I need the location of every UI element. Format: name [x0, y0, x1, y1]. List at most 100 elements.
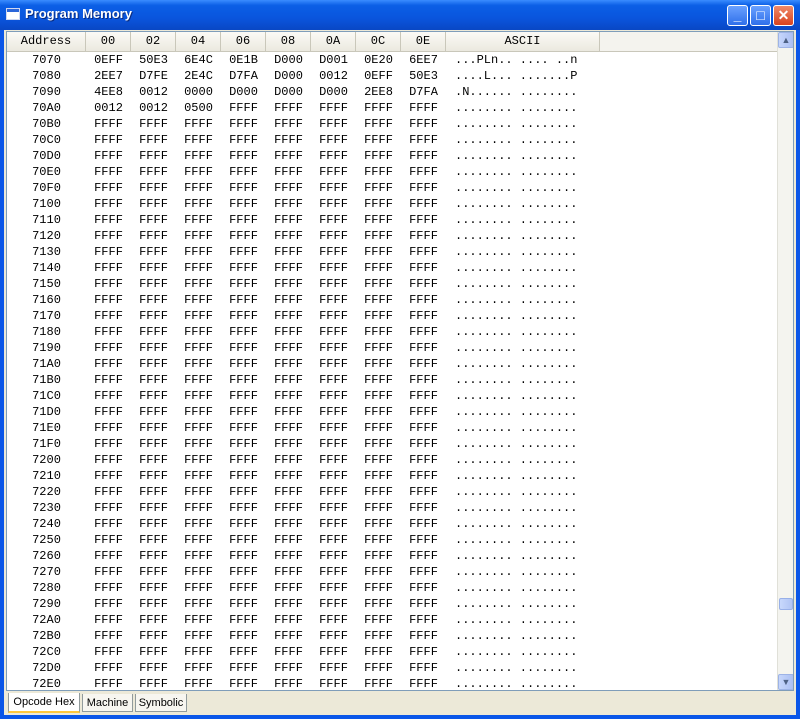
hex-cell[interactable]: FFFF: [311, 308, 356, 324]
hex-cell[interactable]: FFFF: [311, 356, 356, 372]
hex-cell[interactable]: FFFF: [266, 356, 311, 372]
ascii-cell[interactable]: .N...... ........: [455, 84, 605, 100]
hex-cell[interactable]: FFFF: [221, 228, 266, 244]
hex-cell[interactable]: FFFF: [221, 356, 266, 372]
hex-cell[interactable]: FFFF: [401, 180, 446, 196]
hex-cell[interactable]: FFFF: [131, 564, 176, 580]
hex-cell[interactable]: FFFF: [266, 164, 311, 180]
hex-cell[interactable]: FFFF: [311, 372, 356, 388]
hex-cell[interactable]: FFFF: [221, 660, 266, 676]
column-header-06[interactable]: 06: [221, 32, 266, 51]
address-cell[interactable]: 7180: [7, 324, 86, 340]
hex-cell[interactable]: FFFF: [221, 148, 266, 164]
hex-cell[interactable]: FFFF: [131, 308, 176, 324]
memory-row[interactable]: 7140 FFFF FFFF FFFF FFFF FFFF FFFF FFFF FFFF....…: [7, 260, 777, 276]
address-cell[interactable]: 7140: [7, 260, 86, 276]
hex-cell[interactable]: FFFF: [221, 196, 266, 212]
hex-cell[interactable]: FFFF: [401, 628, 446, 644]
hex-cell[interactable]: FFFF: [311, 532, 356, 548]
ascii-cell[interactable]: ........ ........: [455, 548, 605, 564]
hex-cell[interactable]: FFFF: [401, 260, 446, 276]
address-cell[interactable]: 7150: [7, 276, 86, 292]
hex-cell[interactable]: FFFF: [176, 292, 221, 308]
hex-cell[interactable]: FFFF: [176, 468, 221, 484]
hex-cell[interactable]: FFFF: [266, 676, 311, 690]
hex-cell[interactable]: FFFF: [176, 404, 221, 420]
hex-cell[interactable]: FFFF: [266, 148, 311, 164]
hex-cell[interactable]: FFFF: [221, 292, 266, 308]
hex-cell[interactable]: FFFF: [86, 356, 131, 372]
hex-cell[interactable]: FFFF: [266, 100, 311, 116]
address-cell[interactable]: 7250: [7, 532, 86, 548]
address-cell[interactable]: 7200: [7, 452, 86, 468]
hex-cell[interactable]: FFFF: [311, 420, 356, 436]
hex-cell[interactable]: FFFF: [86, 484, 131, 500]
memory-row[interactable]: 7130 FFFF FFFF FFFF FFFF FFFF FFFF FFFF FFFF....…: [7, 244, 777, 260]
hex-cell[interactable]: FFFF: [176, 244, 221, 260]
hex-cell[interactable]: FFFF: [401, 468, 446, 484]
address-cell[interactable]: 71F0: [7, 436, 86, 452]
hex-cell[interactable]: FFFF: [266, 404, 311, 420]
ascii-cell[interactable]: ........ ........: [455, 644, 605, 660]
hex-cell[interactable]: FFFF: [176, 356, 221, 372]
address-cell[interactable]: 7210: [7, 468, 86, 484]
hex-cell[interactable]: FFFF: [356, 580, 401, 596]
hex-cell[interactable]: FFFF: [221, 564, 266, 580]
hex-cell[interactable]: FFFF: [221, 100, 266, 116]
hex-cell[interactable]: FFFF: [401, 500, 446, 516]
hex-cell[interactable]: FFFF: [86, 244, 131, 260]
hex-cell[interactable]: FFFF: [311, 596, 356, 612]
hex-cell[interactable]: FFFF: [176, 484, 221, 500]
hex-cell[interactable]: FFFF: [311, 148, 356, 164]
hex-cell[interactable]: D7FA: [401, 84, 446, 100]
hex-cell[interactable]: FFFF: [401, 388, 446, 404]
hex-cell[interactable]: FFFF: [356, 468, 401, 484]
memory-row[interactable]: 71D0 FFFF FFFF FFFF FFFF FFFF FFFF FFFF FFFF....…: [7, 404, 777, 420]
hex-cell[interactable]: FFFF: [356, 324, 401, 340]
hex-cell[interactable]: FFFF: [356, 100, 401, 116]
hex-cell[interactable]: FFFF: [131, 436, 176, 452]
hex-cell[interactable]: 0012: [86, 100, 131, 116]
memory-row[interactable]: 7100 FFFF FFFF FFFF FFFF FFFF FFFF FFFF FFFF....…: [7, 196, 777, 212]
hex-cell[interactable]: FFFF: [131, 180, 176, 196]
column-header-ascii[interactable]: ASCII: [446, 32, 600, 51]
memory-row[interactable]: 7230 FFFF FFFF FFFF FFFF FFFF FFFF FFFF FFFF....…: [7, 500, 777, 516]
memory-row[interactable]: 7150 FFFF FFFF FFFF FFFF FFFF FFFF FFFF FFFF....…: [7, 276, 777, 292]
address-cell[interactable]: 72B0: [7, 628, 86, 644]
hex-cell[interactable]: FFFF: [86, 164, 131, 180]
hex-cell[interactable]: FFFF: [176, 564, 221, 580]
hex-cell[interactable]: FFFF: [176, 532, 221, 548]
hex-cell[interactable]: FFFF: [356, 452, 401, 468]
memory-row[interactable]: 7170 FFFF FFFF FFFF FFFF FFFF FFFF FFFF FFFF....…: [7, 308, 777, 324]
memory-row[interactable]: 7110 FFFF FFFF FFFF FFFF FFFF FFFF FFFF FFFF....…: [7, 212, 777, 228]
hex-cell[interactable]: FFFF: [311, 164, 356, 180]
hex-cell[interactable]: FFFF: [356, 436, 401, 452]
memory-row[interactable]: 71F0 FFFF FFFF FFFF FFFF FFFF FFFF FFFF FFFF....…: [7, 436, 777, 452]
hex-cell[interactable]: FFFF: [356, 532, 401, 548]
hex-cell[interactable]: FFFF: [311, 676, 356, 690]
hex-cell[interactable]: FFFF: [266, 228, 311, 244]
hex-cell[interactable]: FFFF: [401, 596, 446, 612]
hex-cell[interactable]: FFFF: [221, 452, 266, 468]
hex-cell[interactable]: FFFF: [266, 372, 311, 388]
hex-cell[interactable]: FFFF: [221, 596, 266, 612]
address-cell[interactable]: 71E0: [7, 420, 86, 436]
hex-cell[interactable]: FFFF: [221, 548, 266, 564]
hex-cell[interactable]: FFFF: [131, 196, 176, 212]
ascii-cell[interactable]: ........ ........: [455, 388, 605, 404]
hex-cell[interactable]: FFFF: [266, 340, 311, 356]
hex-cell[interactable]: FFFF: [266, 564, 311, 580]
hex-cell[interactable]: FFFF: [401, 532, 446, 548]
hex-cell[interactable]: FFFF: [266, 580, 311, 596]
ascii-cell[interactable]: ........ ........: [455, 148, 605, 164]
hex-cell[interactable]: FFFF: [401, 196, 446, 212]
hex-cell[interactable]: 0000: [176, 84, 221, 100]
address-cell[interactable]: 7120: [7, 228, 86, 244]
hex-cell[interactable]: FFFF: [131, 404, 176, 420]
hex-cell[interactable]: FFFF: [266, 452, 311, 468]
hex-cell[interactable]: D000: [311, 84, 356, 100]
ascii-cell[interactable]: ........ ........: [455, 612, 605, 628]
hex-cell[interactable]: FFFF: [356, 340, 401, 356]
hex-cell[interactable]: FFFF: [356, 148, 401, 164]
hex-cell[interactable]: FFFF: [356, 420, 401, 436]
